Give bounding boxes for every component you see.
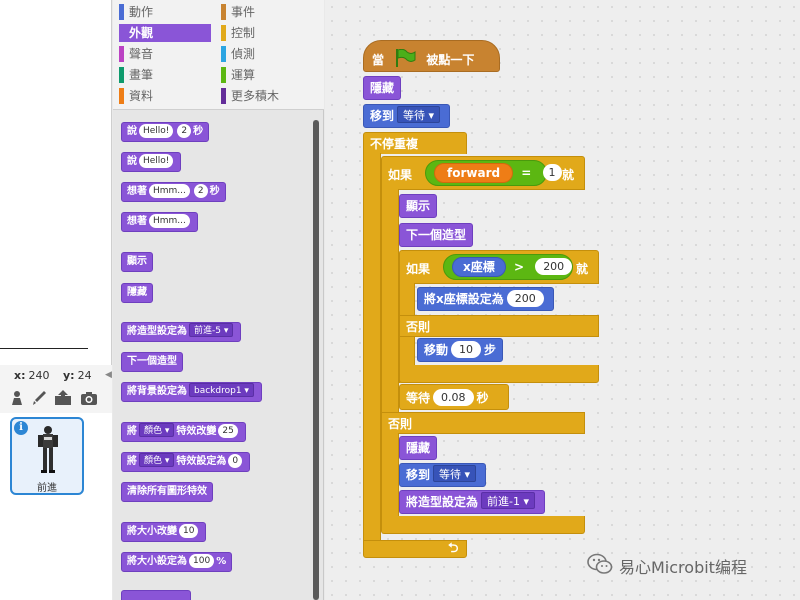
loop-arrow-icon: ⮌ — [448, 541, 459, 556]
stage[interactable] — [0, 0, 112, 365]
show-block[interactable]: 顯示 — [399, 194, 438, 218]
move-steps-block[interactable]: 移動 10 步 — [417, 338, 504, 362]
y-label: y: — [63, 369, 75, 382]
wait-secs-block[interactable]: 等待 0.08 秒 — [399, 384, 509, 410]
if-forward-arm — [381, 189, 399, 413]
palette-scrollbar-thumb[interactable] — [313, 120, 319, 600]
palette-scrollbar[interactable] — [313, 120, 319, 600]
sprites-panel: i 前進 — [0, 413, 112, 600]
else-outer-arm — [381, 433, 399, 517]
palette-switch-costume-block[interactable]: 將造型設定為 前進-5 ▾ — [121, 322, 242, 342]
palette-next-costume-block[interactable]: 下一個造型 — [121, 352, 183, 372]
category-sensing[interactable]: 偵測 — [221, 45, 313, 63]
x-label: x: — [14, 369, 26, 382]
camera-icon[interactable] — [80, 390, 98, 408]
palette-set-effect-block[interactable]: 將顏色 ▾ 特效設定為 0 — [121, 452, 251, 472]
palette-say-for-secs-block[interactable]: 說 Hello! 2 秒 — [121, 122, 210, 142]
watermark: 易心Microbit编程 — [587, 553, 792, 577]
category-events[interactable]: 事件 — [221, 3, 313, 21]
hide-block[interactable]: 隱藏 — [363, 76, 402, 100]
next-costume-block[interactable]: 下一個造型 — [399, 223, 474, 247]
forever-arm — [363, 153, 381, 542]
forward-variable[interactable]: forward — [434, 163, 514, 183]
category-looks[interactable]: 外觀 — [119, 24, 211, 42]
palette-show-block[interactable]: 顯示 — [121, 252, 153, 272]
palette-switch-backdrop-block[interactable]: 將背景設定為 backdrop1 ▾ — [121, 382, 262, 402]
paint-brush-icon[interactable] — [30, 390, 48, 408]
palette-more-block[interactable]: ... — [121, 590, 191, 600]
category-operators[interactable]: 運算 — [221, 66, 313, 84]
category-selector: 動作 事件 外觀 控制 聲音 偵測 畫筆 運算 資料 更多積木 — [113, 0, 324, 110]
sprite-thumbnail[interactable]: i 前進 — [10, 417, 84, 495]
forever-footer: ⮌ — [363, 540, 467, 558]
sprite-library-icon[interactable] — [8, 390, 26, 408]
x-position-reporter[interactable]: x座標 — [452, 257, 506, 277]
palette-change-effect-block[interactable]: 將顏色 ▾ 特效改變 25 — [121, 422, 246, 442]
go-to-block-else[interactable]: 移到 等待 ▾ — [399, 463, 487, 487]
palette-change-size-block[interactable]: 將大小改變 10 — [121, 522, 207, 542]
else-block-outer: 否則 — [381, 412, 585, 434]
mouse-coordinates: x: 240 y: 24 — [0, 365, 112, 387]
x-value: 240 — [28, 369, 50, 382]
if-x-footer — [399, 365, 599, 383]
info-icon[interactable]: i — [14, 421, 28, 435]
palette-set-size-block[interactable]: 將大小設定為 100% — [121, 552, 233, 572]
equals-value-input[interactable]: 1 — [542, 164, 562, 181]
category-sound[interactable]: 聲音 — [119, 45, 211, 63]
block-palette: 動作 事件 外觀 控制 聲音 偵測 畫筆 運算 資料 更多積木 說 Hello! 2… — [113, 0, 324, 600]
palette-think-block[interactable]: 想著 Hmm... — [121, 212, 198, 232]
greater-than-operator-block[interactable]: x座標 > 200 — [443, 254, 573, 280]
stage-ground-line — [0, 348, 88, 349]
scripts-area[interactable]: 當 被點一下 隱藏 移到 等待 ▾ 不停重複 ⮌ 如果 就 forward = 1 — [325, 0, 800, 600]
category-more-blocks[interactable]: 更多積木 — [221, 87, 313, 105]
category-motion[interactable]: 動作 — [119, 3, 211, 21]
if-forward-footer — [381, 516, 585, 534]
wechat-icon — [587, 553, 613, 574]
hide-block-else[interactable]: 隱藏 — [399, 436, 438, 460]
else-block: 否則 — [399, 315, 599, 337]
palette-clear-effects-block[interactable]: 清除所有圖形特效 — [121, 482, 213, 502]
equals-operator-block[interactable]: forward = 1 — [425, 160, 562, 186]
go-to-block[interactable]: 移到 等待 ▾ — [363, 104, 451, 128]
scratch-editor: x: 240 y: 24 ◀ i 前進 動作 事件 外觀 控制 聲音 偵測 畫筆… — [0, 0, 800, 600]
set-x-block[interactable]: 將x座標設定為 200 — [417, 287, 554, 311]
upload-icon[interactable] — [54, 390, 72, 408]
new-sprite-toolbar — [0, 387, 112, 413]
sprite-name: 前進 — [37, 483, 57, 494]
palette-say-block[interactable]: 說 Hello! — [121, 152, 182, 172]
greater-than-value-input[interactable]: 200 — [535, 258, 573, 275]
dancer-sprite-image — [38, 426, 58, 473]
category-pen[interactable]: 畫筆 — [119, 66, 211, 84]
palette-think-for-secs-block[interactable]: 想著 Hmm... 2 秒 — [121, 182, 226, 202]
category-data[interactable]: 資料 — [119, 87, 211, 105]
when-flag-clicked-hat-block[interactable]: 當 被點一下 — [363, 40, 500, 72]
green-flag-icon — [394, 48, 416, 67]
palette-hide-block[interactable]: 隱藏 — [121, 283, 153, 303]
y-value: 24 — [77, 369, 92, 382]
switch-costume-block[interactable]: 將造型設定為 前進-1 ▾ — [399, 490, 546, 514]
collapse-arrow-icon[interactable]: ◀ — [105, 370, 112, 380]
category-control[interactable]: 控制 — [221, 24, 313, 42]
forever-block[interactable]: 不停重複 — [363, 132, 467, 154]
